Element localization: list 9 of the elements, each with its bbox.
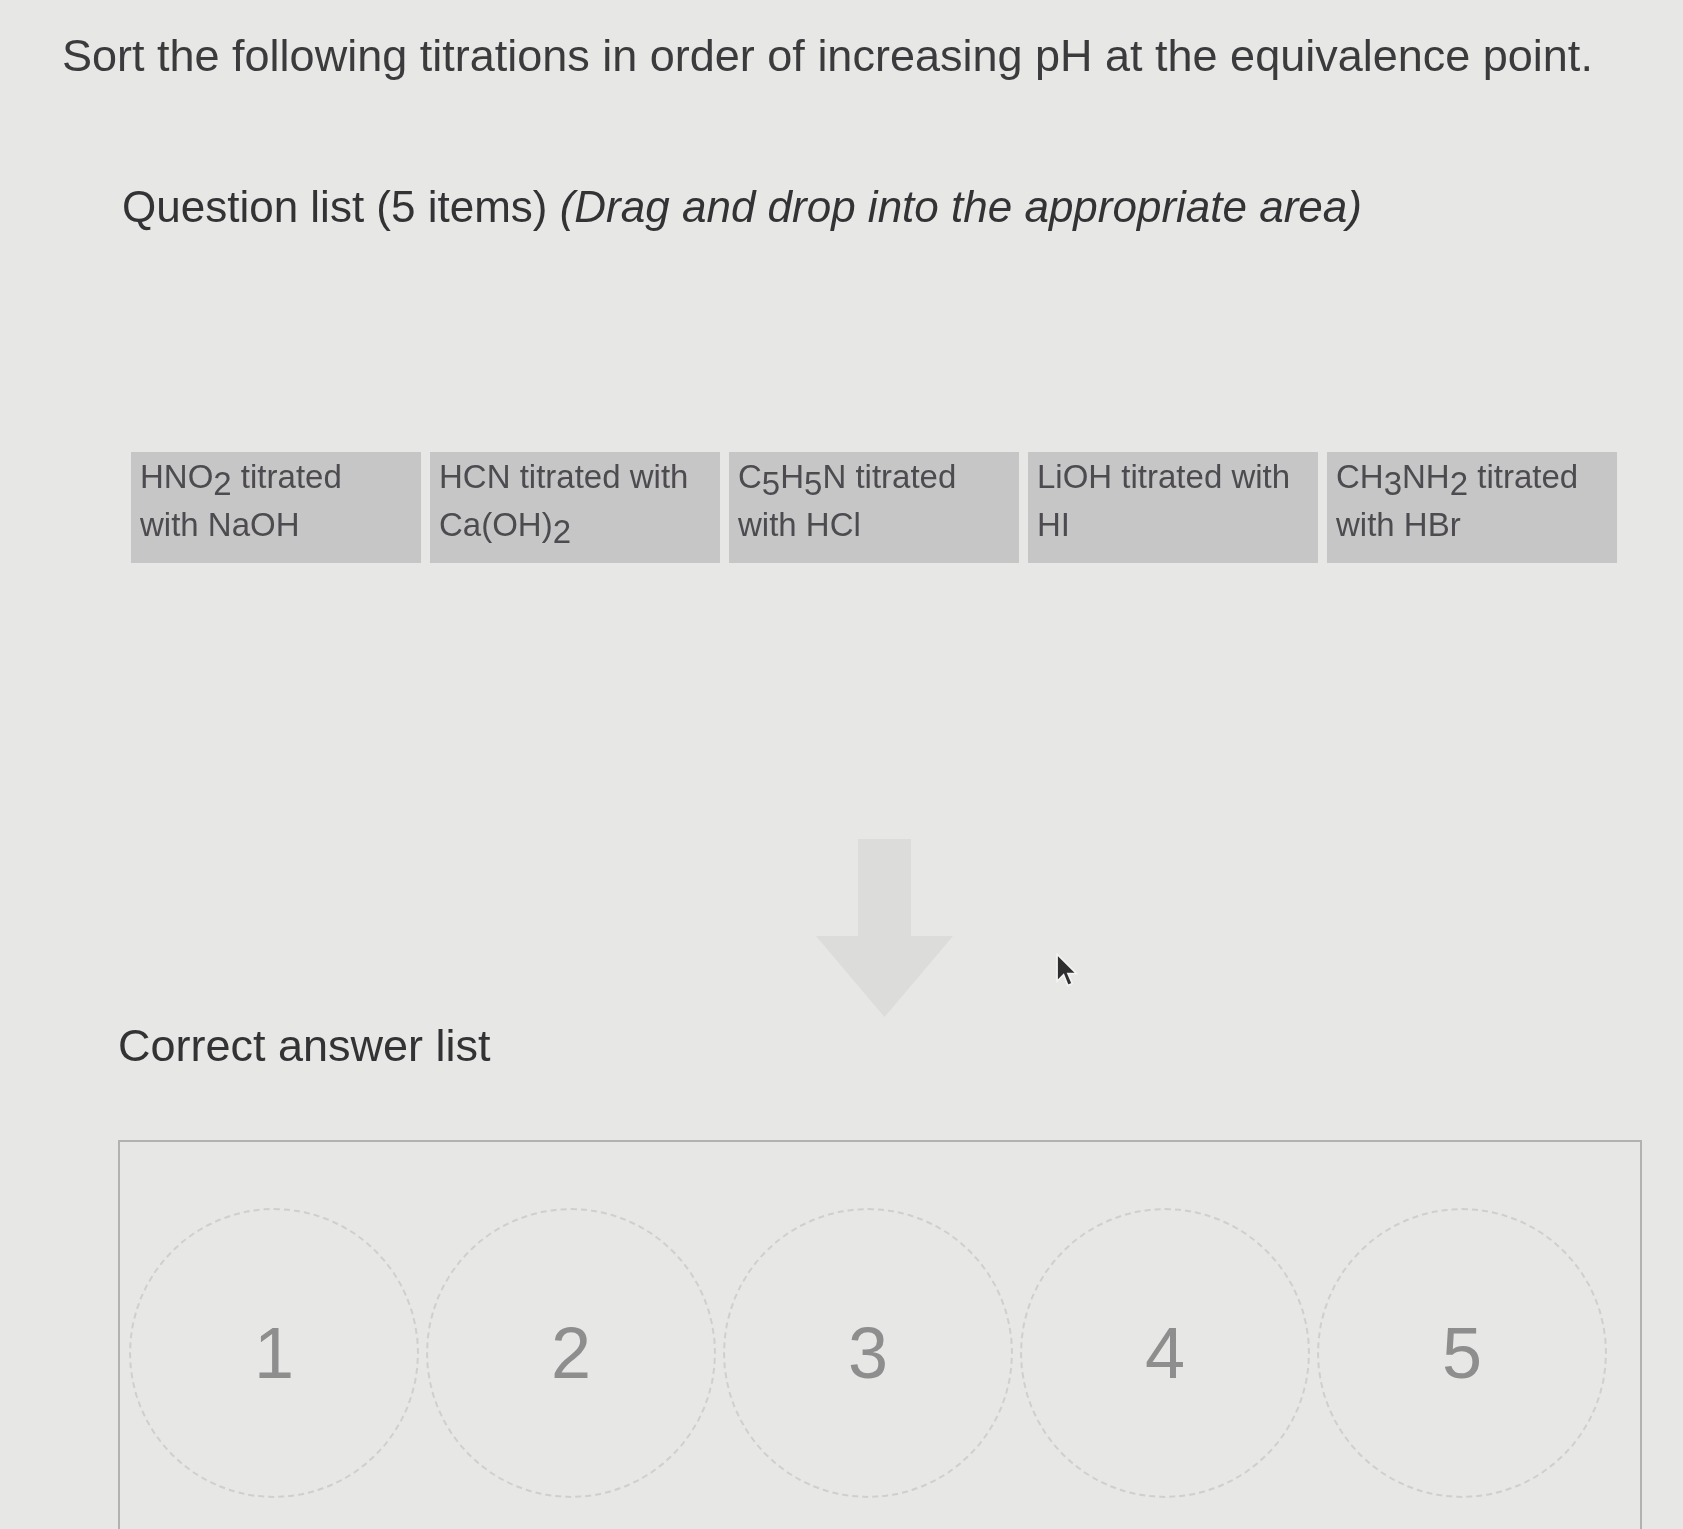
answer-list-heading: Correct answer list [118, 1019, 491, 1073]
drop-slot[interactable]: 5 [1317, 1208, 1607, 1498]
drop-slot[interactable]: 1 [129, 1208, 419, 1498]
draggable-item[interactable]: LiOH titrated with HI [1028, 452, 1318, 563]
question-list-heading: Question list (5 items) (Drag and drop into the appropriate area) [122, 181, 1362, 233]
drop-slot[interactable]: 2 [426, 1208, 716, 1498]
drop-slot[interactable]: 4 [1020, 1208, 1310, 1498]
drop-slot[interactable]: 3 [723, 1208, 1013, 1498]
question-prompt: Sort the following titrations in order of increasing pH at the equivalence point. [62, 29, 1593, 83]
